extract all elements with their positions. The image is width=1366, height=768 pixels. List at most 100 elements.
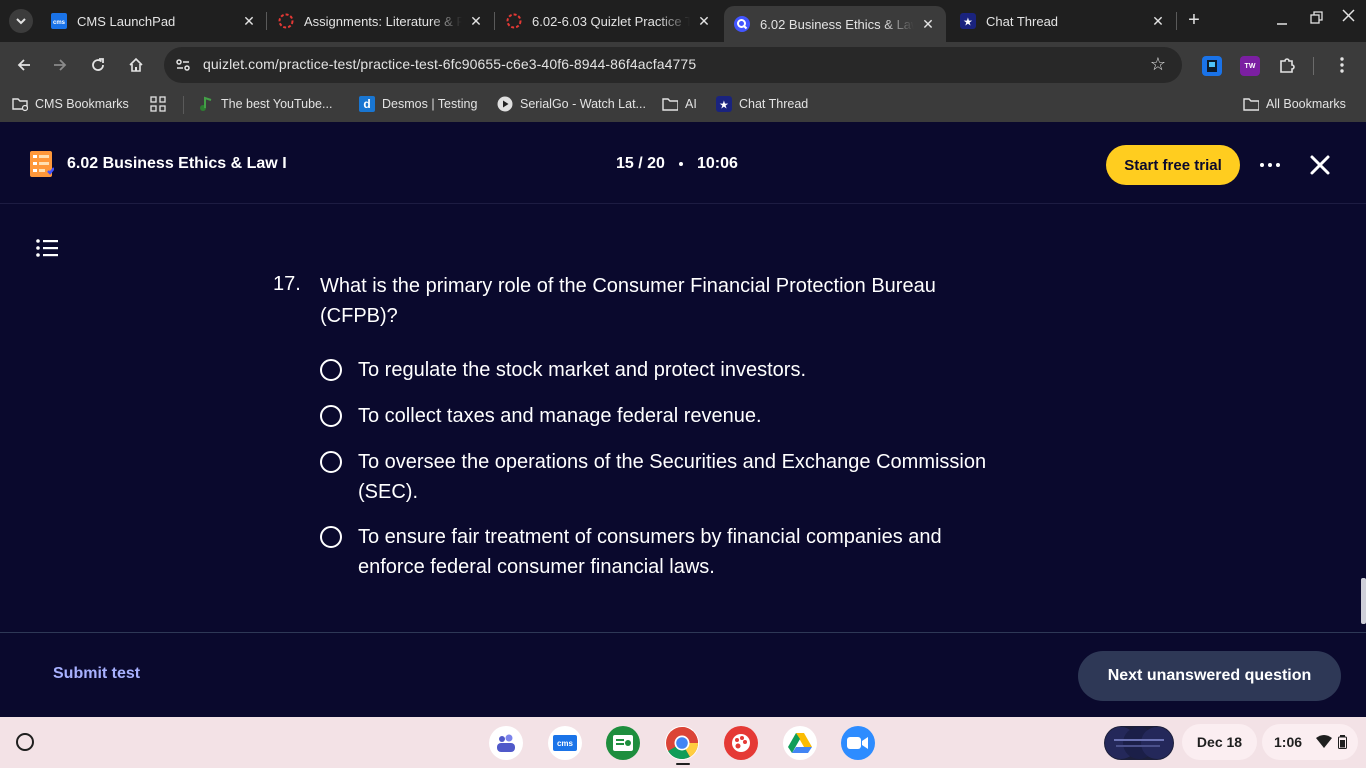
- close-icon[interactable]: ✕: [920, 16, 936, 33]
- video-camera-icon: [847, 737, 868, 749]
- start-free-trial-button[interactable]: Start free trial: [1106, 145, 1240, 185]
- answer-option[interactable]: To oversee the operations of the Securit…: [320, 447, 998, 507]
- url-text[interactable]: quizlet.com/practice-test/practice-test-…: [203, 56, 696, 72]
- bookmark-youtube[interactable]: The best YouTube...: [198, 96, 332, 112]
- radio-button[interactable]: [320, 451, 342, 473]
- star-favicon-icon: ★: [960, 13, 976, 29]
- arrow-left-icon: [17, 59, 30, 71]
- answer-text[interactable]: To oversee the operations of the Securit…: [358, 447, 998, 507]
- bookmark-serialgo[interactable]: SerialGo - Watch Lat...: [497, 96, 646, 112]
- chevron-down-icon: [16, 18, 26, 25]
- arrow-right-icon: [54, 59, 67, 71]
- answer-text[interactable]: To collect taxes and manage federal reve…: [358, 401, 998, 431]
- minimize-button[interactable]: [1276, 12, 1288, 28]
- app-zoom[interactable]: [841, 726, 875, 760]
- app-cms[interactable]: cms: [548, 726, 582, 760]
- submit-test-button[interactable]: Submit test: [53, 665, 140, 683]
- cms-favicon-icon: cms: [51, 13, 67, 29]
- close-icon[interactable]: ✕: [468, 13, 484, 30]
- home-button[interactable]: [124, 53, 148, 77]
- phone-hub-button[interactable]: [1104, 726, 1174, 760]
- address-bar[interactable]: quizlet.com/practice-test/practice-test-…: [164, 47, 1182, 83]
- radio-button[interactable]: [320, 359, 342, 381]
- loading-spinner-icon: [506, 13, 522, 29]
- all-bookmarks-button[interactable]: All Bookmarks: [1243, 96, 1346, 112]
- app-chrome[interactable]: [665, 726, 699, 760]
- close-icon[interactable]: ✕: [696, 13, 712, 30]
- toolbar-divider: [1313, 57, 1314, 75]
- answer-option[interactable]: To collect taxes and manage federal reve…: [320, 401, 998, 431]
- dot: [1268, 163, 1272, 167]
- bookmark-label: The best YouTube...: [221, 97, 333, 111]
- tab-title: 6.02 Business Ethics & Law: [760, 16, 914, 32]
- extensions-puzzle-button[interactable]: [1277, 55, 1297, 75]
- quizlet-favicon-icon: [734, 16, 750, 32]
- svg-text:cms: cms: [53, 20, 66, 26]
- practice-test-logo-icon: [30, 151, 54, 177]
- tab-quizlet-practice[interactable]: 6.02-6.03 Quizlet Practice T ✕: [498, 0, 720, 42]
- tab-divider: [494, 12, 495, 30]
- close-icon[interactable]: ✕: [241, 13, 257, 30]
- site-settings-icon[interactable]: [174, 56, 192, 74]
- bookmark-star-icon[interactable]: ☆: [1150, 54, 1166, 75]
- bookmark-desmos[interactable]: d Desmos | Testing: [359, 96, 477, 112]
- bookmark-folder-ai[interactable]: AI: [662, 96, 697, 112]
- new-tab-button[interactable]: +: [1183, 9, 1205, 31]
- scrollbar-thumb[interactable]: [1361, 578, 1366, 624]
- extension-tw-label: TW: [1244, 62, 1256, 70]
- launcher-button[interactable]: [16, 733, 34, 751]
- date-button[interactable]: Dec 18: [1182, 724, 1257, 760]
- tab-title: Assignments: Literature & P: [304, 13, 462, 29]
- app-canvas[interactable]: [724, 726, 758, 760]
- radio-button[interactable]: [320, 526, 342, 548]
- teams-icon: [497, 734, 515, 752]
- extension-tw-icon[interactable]: TW: [1240, 56, 1260, 76]
- tab-search-button[interactable]: [9, 9, 33, 33]
- tab-assignments[interactable]: Assignments: Literature & P ✕: [270, 0, 492, 42]
- app-drive[interactable]: [783, 726, 817, 760]
- apps-grid-button[interactable]: [150, 96, 173, 112]
- next-unanswered-question-button[interactable]: Next unanswered question: [1078, 651, 1341, 701]
- tab-business-ethics[interactable]: 6.02 Business Ethics & Law ✕: [724, 6, 946, 42]
- bookmark-label: AI: [685, 97, 697, 111]
- play-icon: [497, 96, 513, 112]
- folder-icon: [662, 96, 678, 112]
- back-button[interactable]: [12, 53, 36, 77]
- chrome-icon: [666, 727, 699, 760]
- clock-time: 1:06: [1274, 734, 1303, 750]
- question-counter: 15 / 20: [616, 155, 665, 172]
- puzzle-icon: [1280, 58, 1295, 73]
- answer-option[interactable]: To regulate the stock market and protect…: [320, 355, 998, 385]
- reload-button[interactable]: [86, 53, 110, 77]
- tab-cms-launchpad[interactable]: cms CMS LaunchPad ✕: [43, 0, 265, 42]
- bookmark-cms[interactable]: CMS Bookmarks: [12, 96, 129, 112]
- system-tray-button[interactable]: 1:06: [1262, 724, 1358, 760]
- bookmarks-divider: [183, 96, 184, 114]
- tab-chat-thread[interactable]: ★ Chat Thread ✕: [952, 0, 1174, 42]
- window-close-button[interactable]: [1342, 9, 1355, 25]
- separator-dot: [678, 162, 683, 166]
- question-number: 17.: [273, 273, 301, 295]
- folder-settings-icon: [12, 96, 28, 112]
- answer-text[interactable]: To ensure fair treatment of consumers by…: [358, 522, 998, 582]
- browser-toolbar: quizlet.com/practice-test/practice-test-…: [0, 42, 1366, 88]
- folder-icon: [1243, 96, 1259, 112]
- answer-option[interactable]: To ensure fair treatment of consumers by…: [320, 522, 998, 582]
- answer-text[interactable]: To regulate the stock market and protect…: [358, 355, 998, 385]
- question-list-icon[interactable]: [35, 237, 59, 259]
- tab-divider: [1176, 12, 1177, 30]
- svg-text:★: ★: [719, 99, 729, 112]
- bookmark-chat-thread[interactable]: ★ Chat Thread: [716, 96, 808, 112]
- bookmarks-bar: CMS Bookmarks The best YouTube... d Desm…: [0, 88, 1366, 122]
- close-test-button[interactable]: [1308, 153, 1332, 177]
- app-teams[interactable]: [489, 726, 523, 760]
- forward-button[interactable]: [48, 53, 72, 77]
- app-classroom[interactable]: [606, 726, 640, 760]
- restore-icon: [1310, 11, 1323, 24]
- radio-button[interactable]: [320, 405, 342, 427]
- restore-button[interactable]: [1310, 11, 1323, 27]
- chrome-menu-button[interactable]: [1332, 55, 1352, 75]
- close-icon[interactable]: ✕: [1150, 13, 1166, 30]
- more-options-button[interactable]: [1255, 153, 1285, 177]
- extension-icon[interactable]: [1202, 56, 1222, 76]
